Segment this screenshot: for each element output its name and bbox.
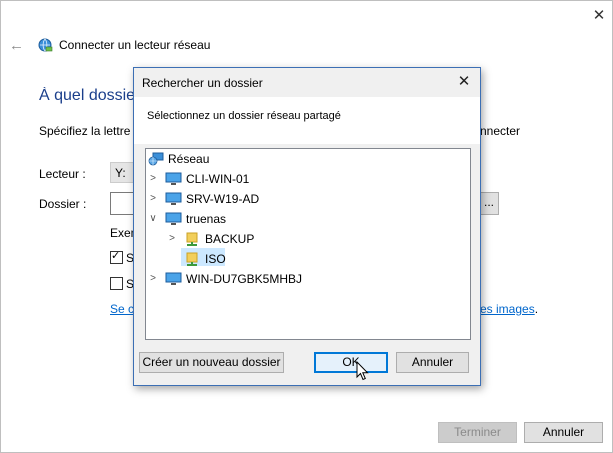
tree-label-computer: truenas [186, 212, 227, 226]
drive-label: Lecteur : [39, 167, 86, 181]
instruction-text-start: Spécifiez la lettre [39, 124, 131, 138]
connect-website-link[interactable]: Se c [110, 302, 134, 316]
tree-label-computer: SRV-W19-AD [186, 192, 260, 206]
computer-icon [165, 192, 182, 211]
network-drive-icon [37, 37, 53, 56]
new-folder-button[interactable]: Créer un nouveau dossier [139, 352, 284, 373]
tree-node-computer[interactable]: ∨ truenas [146, 210, 306, 228]
drive-letter-select[interactable]: Y: [110, 162, 134, 183]
example-text: Exemple [110, 226, 134, 240]
browse-button[interactable]: ... [480, 192, 499, 215]
chevron-down-icon[interactable]: ∨ [148, 210, 158, 228]
browse-folder-dialog: Rechercher un dossier ✕ Sélectionnez un … [133, 67, 481, 386]
tree-node-share[interactable]: > BACKUP [146, 230, 306, 248]
finish-button[interactable]: Terminer [438, 422, 517, 443]
chevron-right-icon[interactable]: > [167, 230, 177, 248]
folder-label: Dossier : [39, 197, 87, 211]
reconnect-checkbox[interactable] [110, 249, 123, 264]
cancel-button[interactable]: Annuler [524, 422, 603, 443]
close-icon[interactable]: ✕ [589, 7, 609, 27]
tree-label-computer: CLI-WIN-01 [186, 172, 250, 186]
tree-label-computer: WIN-DU7GBK5MHBJ [186, 272, 303, 286]
dialog-close-icon[interactable]: ✕ [454, 72, 474, 92]
tree-label-network: Réseau [168, 152, 210, 166]
tree-node-share-selected[interactable]: ISO [146, 250, 306, 268]
tree-label-share: BACKUP [205, 232, 255, 246]
computer-icon [165, 212, 182, 231]
wizard-title: Connecter un lecteur réseau [59, 38, 211, 52]
network-icon [148, 152, 164, 171]
computer-icon [165, 172, 182, 191]
page-heading: À quel dossier réseau voulez-vous vous c… [39, 87, 133, 104]
mouse-cursor-icon [356, 360, 369, 384]
credentials-checkbox[interactable] [110, 277, 123, 290]
tree-node-computer[interactable]: > WIN-DU7GBK5MHBJ [146, 270, 346, 288]
dialog-cancel-button[interactable]: Annuler [396, 352, 469, 373]
computer-icon [165, 272, 182, 291]
back-arrow-icon[interactable]: ← [9, 37, 24, 54]
tree-node-network[interactable]: Réseau [146, 150, 266, 168]
images-link[interactable]: es images [480, 302, 535, 316]
tree-node-computer[interactable]: > CLI-WIN-01 [146, 170, 306, 188]
dialog-title: Rechercher un dossier [142, 76, 263, 90]
shared-folder-icon [185, 252, 199, 272]
link-end-text: es images. [480, 302, 539, 316]
chevron-right-icon[interactable]: > [148, 170, 158, 188]
instruction-text-end: nnecter : [480, 124, 520, 138]
folder-path-input[interactable] [110, 192, 134, 215]
dialog-instruction: Sélectionnez un dossier réseau partagé [147, 110, 341, 122]
tree-node-computer[interactable]: > SRV-W19-AD [146, 190, 306, 208]
chevron-right-icon[interactable]: > [148, 270, 158, 288]
folder-tree[interactable]: Réseau > CLI-WIN-01 > SRV-W19-AD ∨ truen… [145, 148, 471, 340]
ok-button[interactable]: OK [314, 352, 388, 373]
tree-label-share: ISO [205, 252, 226, 266]
chevron-right-icon[interactable]: > [148, 190, 158, 208]
